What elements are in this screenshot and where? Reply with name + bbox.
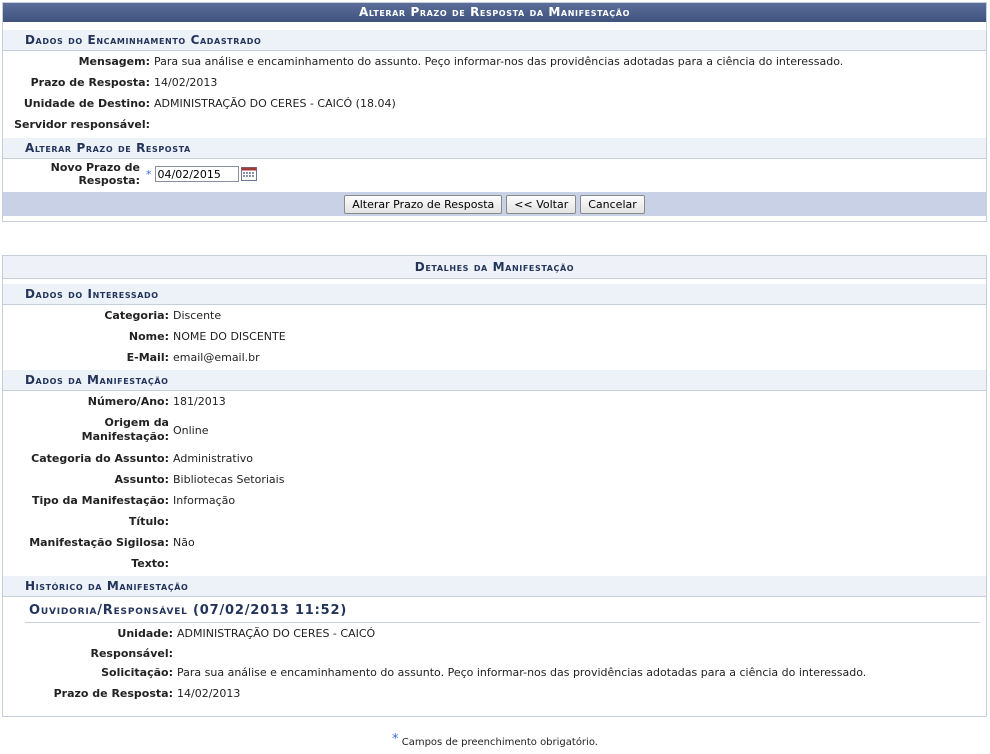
assunto-value: Bibliotecas Setoriais — [173, 473, 285, 486]
hist-responsavel-label: Responsável: — [90, 647, 173, 660]
origem-value: Online — [173, 423, 209, 437]
required-note-text: Campos de preenchimento obrigatório. — [401, 737, 598, 748]
field-novo-prazo: Novo Prazo de Resposta: * — [3, 159, 986, 189]
categoria-value: Discente — [173, 309, 222, 322]
historico-entry-title: Ouvidoria/Responsável (07/02/2013 11:52) — [25, 600, 980, 623]
section-encaminhamento-header: Dados do Encaminhamento Cadastrado — [3, 30, 986, 51]
form-caption: Alterar Prazo de Resposta da Manifestaçã… — [3, 3, 986, 22]
numero-value: 181/2013 — [173, 395, 226, 408]
categoria-assunto-value: Administrativo — [173, 452, 254, 465]
unidade-destino-value: ADMINISTRAÇÃO DO CERES - CAICÓ (18.04) — [154, 97, 396, 110]
field-assunto: Assunto: Bibliotecas Setoriais — [3, 469, 986, 490]
calendar-icon[interactable] — [240, 167, 257, 181]
prazo-label: Prazo de Resposta: — [30, 76, 150, 89]
tipo-label: Tipo da Manifestação: — [31, 494, 169, 507]
detalhes-caption: Detalhes da Manifestação — [3, 256, 986, 279]
section-interessado-header: Dados do Interessado — [3, 284, 986, 305]
field-origem: Origem da Manifestação: Online — [3, 412, 986, 448]
field-tipo: Tipo da Manifestação: Informação — [3, 490, 986, 511]
numero-label: Número/Ano: — [87, 395, 169, 408]
section-alterar-header: Alterar Prazo de Resposta — [3, 138, 986, 159]
tipo-value: Informação — [173, 494, 236, 507]
form-button-bar: Alterar Prazo de Resposta << Voltar Canc… — [3, 192, 986, 216]
field-unidade-destino: Unidade de Destino: ADMINISTRAÇÃO DO CER… — [3, 93, 986, 114]
field-email: E-Mail: email@email.br — [3, 347, 986, 368]
cancelar-button[interactable]: Cancelar — [580, 194, 645, 214]
field-categoria-assunto: Categoria do Assunto: Administrativo — [3, 448, 986, 469]
novo-prazo-input[interactable] — [154, 166, 239, 182]
origem-label: Origem da Manifestação: — [81, 416, 169, 443]
titulo-label: Título: — [128, 515, 169, 528]
hist-prazo-value: 14/02/2013 — [177, 687, 241, 700]
texto-label: Texto: — [131, 557, 169, 570]
sigilosa-value: Não — [173, 536, 195, 549]
hist-solicitacao-label: Solicitação: — [101, 666, 173, 679]
required-star-icon: * — [392, 732, 399, 747]
required-star-icon: * — [146, 167, 152, 181]
alterar-prazo-form: Alterar Prazo de Resposta da Manifestaçã… — [2, 2, 987, 222]
section-historico-header: Histórico da Manifestação — [3, 576, 986, 597]
email-label: E-Mail: — [126, 351, 169, 364]
field-titulo: Título: — [3, 511, 986, 532]
section-manifestacao-header: Dados da Manifestação — [3, 370, 986, 391]
alterar-prazo-button[interactable]: Alterar Prazo de Resposta — [344, 194, 503, 214]
field-hist-solicitacao: Solicitação: Para sua análise e encaminh… — [3, 663, 986, 682]
field-nome: Nome: NOME DO DISCENTE — [3, 326, 986, 347]
voltar-button[interactable]: << Voltar — [506, 194, 577, 214]
field-hist-responsavel: Responsável: — [3, 644, 986, 663]
servidor-label: Servidor responsável: — [14, 118, 150, 131]
field-prazo: Prazo de Resposta: 14/02/2013 — [3, 72, 986, 93]
mensagem-value: Para sua análise e encaminhamento do ass… — [154, 55, 844, 68]
categoria-assunto-label: Categoria do Assunto: — [31, 452, 169, 465]
field-texto: Texto: — [3, 553, 986, 574]
mensagem-label: Mensagem: — [78, 55, 150, 68]
field-hist-prazo: Prazo de Resposta: 14/02/2013 — [3, 682, 986, 705]
required-fields-note: * Campos de preenchimento obrigatório. — [0, 732, 990, 748]
novo-prazo-label: Novo Prazo de Resposta: — [50, 161, 140, 187]
field-categoria: Categoria: Discente — [3, 305, 986, 326]
assunto-label: Assunto: — [114, 473, 169, 486]
field-servidor: Servidor responsável: — [3, 114, 986, 135]
hist-prazo-label: Prazo de Resposta: — [53, 687, 173, 700]
detalhes-manifestacao-panel: Detalhes da Manifestação Dados do Intere… — [2, 255, 987, 717]
unidade-destino-label: Unidade de Destino: — [23, 97, 150, 110]
hist-unidade-label: Unidade: — [117, 627, 173, 640]
sigilosa-label: Manifestação Sigilosa: — [29, 536, 169, 549]
prazo-value: 14/02/2013 — [154, 76, 218, 89]
nome-label: Nome: — [128, 330, 169, 343]
field-numero: Número/Ano: 181/2013 — [3, 391, 986, 412]
hist-unidade-value: ADMINISTRAÇÃO DO CERES - CAICÓ — [177, 627, 376, 640]
field-mensagem: Mensagem: Para sua análise e encaminhame… — [3, 51, 986, 72]
hist-solicitacao-value: Para sua análise e encaminhamento do ass… — [177, 666, 867, 679]
nome-value: NOME DO DISCENTE — [173, 330, 286, 343]
categoria-label: Categoria: — [104, 309, 169, 322]
field-hist-unidade: Unidade: ADMINISTRAÇÃO DO CERES - CAICÓ — [3, 623, 986, 644]
field-sigilosa: Manifestação Sigilosa: Não — [3, 532, 986, 553]
email-value: email@email.br — [173, 351, 260, 364]
